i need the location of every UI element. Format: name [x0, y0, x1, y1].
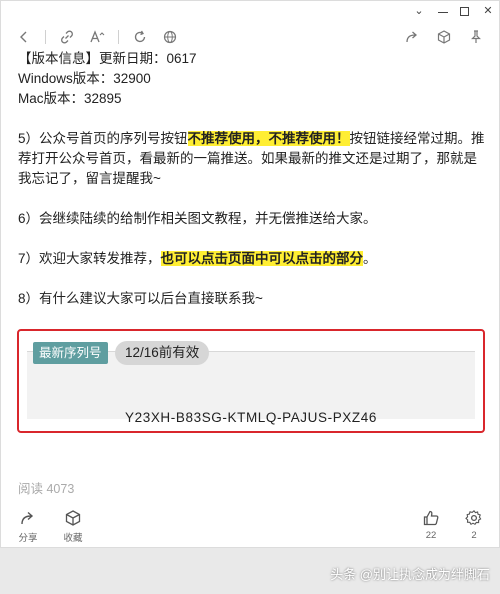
- window-controls: ⌄ ✕: [412, 3, 495, 19]
- collect-action[interactable]: 收藏: [58, 508, 88, 544]
- mac-version: Mac版本：32895: [18, 91, 122, 106]
- article-body: 【版本信息】更新日期：0617 Windows版本：32900 Mac版本：32…: [18, 49, 485, 309]
- share-icon: [18, 508, 38, 528]
- font-size-icon[interactable]: [88, 28, 106, 46]
- comment-action[interactable]: 2: [459, 508, 489, 541]
- comment-count: 2: [471, 530, 477, 541]
- windows-version: Windows版本：32900: [18, 71, 151, 86]
- paragraph-7-text-cont: 。: [363, 251, 377, 266]
- paragraph-5: 5）公众号首页的序列号按钮不推荐使用，不推荐使用！按钮链接经常过期。推荐打开公众…: [18, 129, 485, 189]
- serial-tag: 最新序列号: [33, 342, 108, 364]
- valid-date-badge: 12/16前有效: [115, 341, 210, 365]
- paragraph-8: 8）有什么建议大家可以后台直接联系我~: [18, 291, 263, 306]
- minimize-button[interactable]: [438, 11, 448, 13]
- watermark: 头条 @别让执念成为绊脚石: [330, 567, 490, 582]
- toolbar-divider: [118, 30, 119, 44]
- collect-cube-icon: [63, 508, 83, 528]
- share-action[interactable]: 分享: [13, 508, 43, 544]
- dropdown-icon[interactable]: ⌄: [412, 3, 426, 19]
- action-bar: 分享 收藏 22 2: [13, 508, 487, 544]
- serial-number[interactable]: Y23XH-B83SG-KTMLQ-PAJUS-PXZ46: [27, 410, 475, 425]
- collect-label: 收藏: [63, 533, 83, 544]
- pin-icon[interactable]: [467, 28, 485, 46]
- paragraph-7-highlight: 也可以点击页面中可以点击的部分: [160, 251, 364, 266]
- article-window: ⌄ ✕ 【版本信息】更新日期：0617 Windows版本：32900 Mac版…: [0, 0, 500, 548]
- version-info: 【版本信息】更新日期：0617: [18, 51, 197, 66]
- thumbs-up-icon: [421, 508, 441, 528]
- serial-card: Y23XH-B83SG-KTMLQ-PAJUS-PXZ46 最新序列号 12/1…: [17, 329, 485, 433]
- like-action[interactable]: 22: [416, 508, 446, 541]
- cube-icon[interactable]: [435, 28, 453, 46]
- globe-icon[interactable]: [161, 28, 179, 46]
- paragraph-7: 7）欢迎大家转发推荐，也可以点击页面中可以点击的部分。: [18, 249, 485, 269]
- toolbar: [15, 26, 485, 48]
- toolbar-divider: [45, 30, 46, 44]
- close-button[interactable]: ✕: [481, 3, 495, 19]
- refresh-icon[interactable]: [131, 28, 149, 46]
- maximize-button[interactable]: [460, 6, 469, 16]
- footer-bar: 头条 @别让执念成为绊脚石: [0, 548, 500, 594]
- paragraph-5-text: 5）公众号首页的序列号按钮: [18, 131, 188, 146]
- read-count: 阅读 4073: [18, 482, 75, 496]
- share-icon[interactable]: [403, 28, 421, 46]
- paragraph-5-highlight: 不推荐使用，不推荐使用！: [187, 131, 350, 146]
- paragraph-7-text: 7）欢迎大家转发推荐，: [18, 251, 161, 266]
- link-icon[interactable]: [58, 28, 76, 46]
- back-icon[interactable]: [15, 28, 33, 46]
- paragraph-6: 6）会继续陆续的给制作相关图文教程，并无偿推送给大家。: [18, 211, 377, 226]
- settings-gear-icon: [464, 508, 484, 528]
- like-count: 22: [425, 530, 437, 541]
- share-label: 分享: [18, 533, 38, 544]
